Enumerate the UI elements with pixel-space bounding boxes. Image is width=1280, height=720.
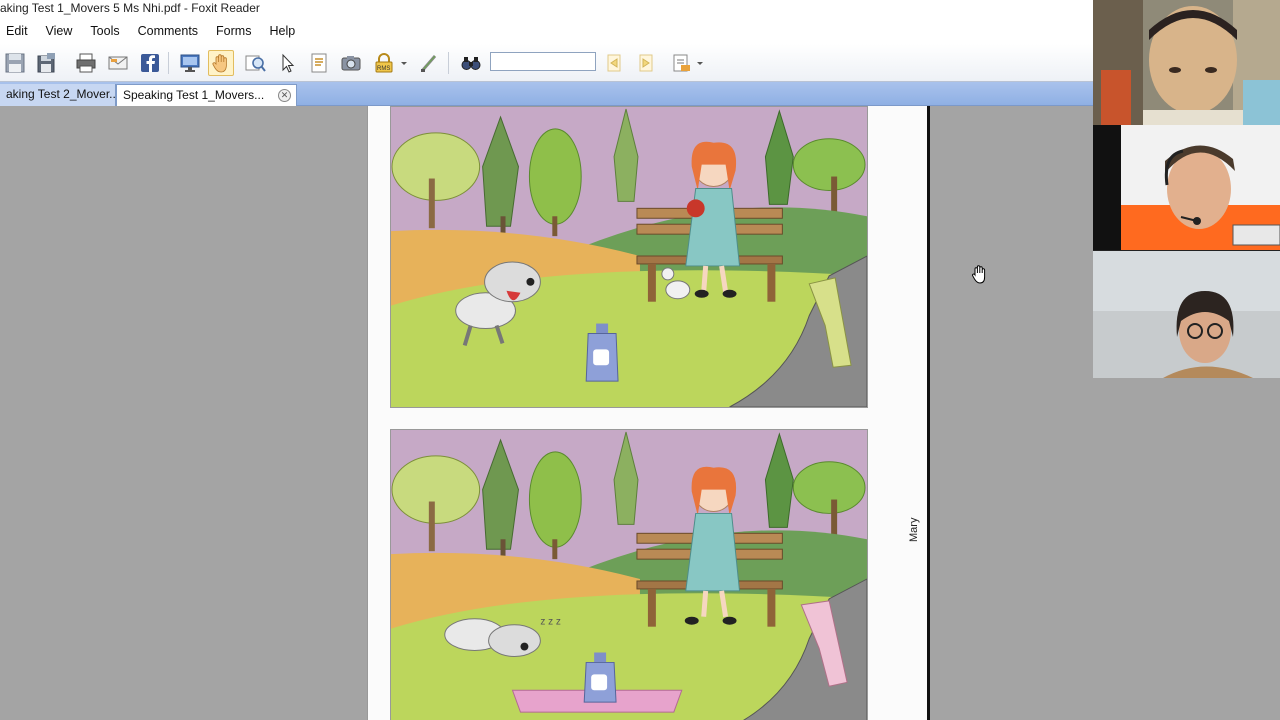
- next-result-icon[interactable]: [633, 50, 659, 76]
- comment-icon[interactable]: [668, 50, 694, 76]
- menu-edit[interactable]: Edit: [6, 24, 28, 38]
- facebook-icon[interactable]: [137, 50, 163, 76]
- document-viewer[interactable]: z z z Mary: [0, 106, 1093, 720]
- find-input[interactable]: [490, 52, 596, 71]
- chevron-down-icon[interactable]: [398, 50, 410, 76]
- close-icon[interactable]: ✕: [278, 89, 291, 102]
- window-title: aking Test 1_Movers 5 Ms Nhi.pdf - Foxit…: [0, 0, 1093, 18]
- pdf-page: z z z Mary: [367, 106, 929, 720]
- menu-bar: Edit View Tools Comments Forms Help: [0, 18, 1093, 44]
- participant-video-2[interactable]: [1093, 125, 1280, 250]
- participant-video-1[interactable]: [1093, 0, 1280, 125]
- zoom-tool-icon[interactable]: [242, 50, 268, 76]
- tab-label: aking Test 2_Mover...: [6, 87, 120, 101]
- menu-help[interactable]: Help: [269, 24, 295, 38]
- svg-text:RMS: RMS: [377, 66, 390, 72]
- print-icon[interactable]: [73, 50, 99, 76]
- menu-comments[interactable]: Comments: [138, 24, 198, 38]
- find-icon[interactable]: [458, 50, 484, 76]
- rms-icon[interactable]: RMS: [371, 50, 397, 76]
- email-icon[interactable]: [105, 50, 131, 76]
- text-select-icon[interactable]: [306, 50, 332, 76]
- fullscreen-icon[interactable]: [177, 50, 203, 76]
- select-tool-icon[interactable]: [274, 50, 300, 76]
- menu-view[interactable]: View: [46, 24, 73, 38]
- hand-cursor-icon: [972, 265, 986, 284]
- video-participants: [1093, 0, 1280, 378]
- svg-text:z z z: z z z: [540, 617, 560, 628]
- page-side-label: Mary: [908, 517, 920, 542]
- participant-video-3[interactable]: [1093, 251, 1280, 378]
- picture-park-scene-2: z z z: [390, 429, 868, 720]
- save-icon[interactable]: [2, 50, 28, 76]
- typewriter-icon[interactable]: [416, 50, 442, 76]
- picture-park-scene-1: [390, 106, 868, 408]
- tab-bar: aking Test 2_Mover... Speaking Test 1_Mo…: [0, 82, 1093, 106]
- tab-speaking-test-1[interactable]: Speaking Test 1_Movers... ✕: [116, 84, 297, 106]
- chevron-down-icon[interactable]: [694, 50, 706, 76]
- previous-result-icon[interactable]: [601, 50, 627, 76]
- tab-speaking-test-2[interactable]: aking Test 2_Mover...: [0, 84, 120, 106]
- menu-forms[interactable]: Forms: [216, 24, 251, 38]
- hand-tool-icon[interactable]: [208, 50, 234, 76]
- save-as-icon[interactable]: [33, 50, 59, 76]
- tab-label: Speaking Test 1_Movers...: [123, 88, 265, 102]
- snapshot-icon[interactable]: [338, 50, 364, 76]
- menu-tools[interactable]: Tools: [90, 24, 119, 38]
